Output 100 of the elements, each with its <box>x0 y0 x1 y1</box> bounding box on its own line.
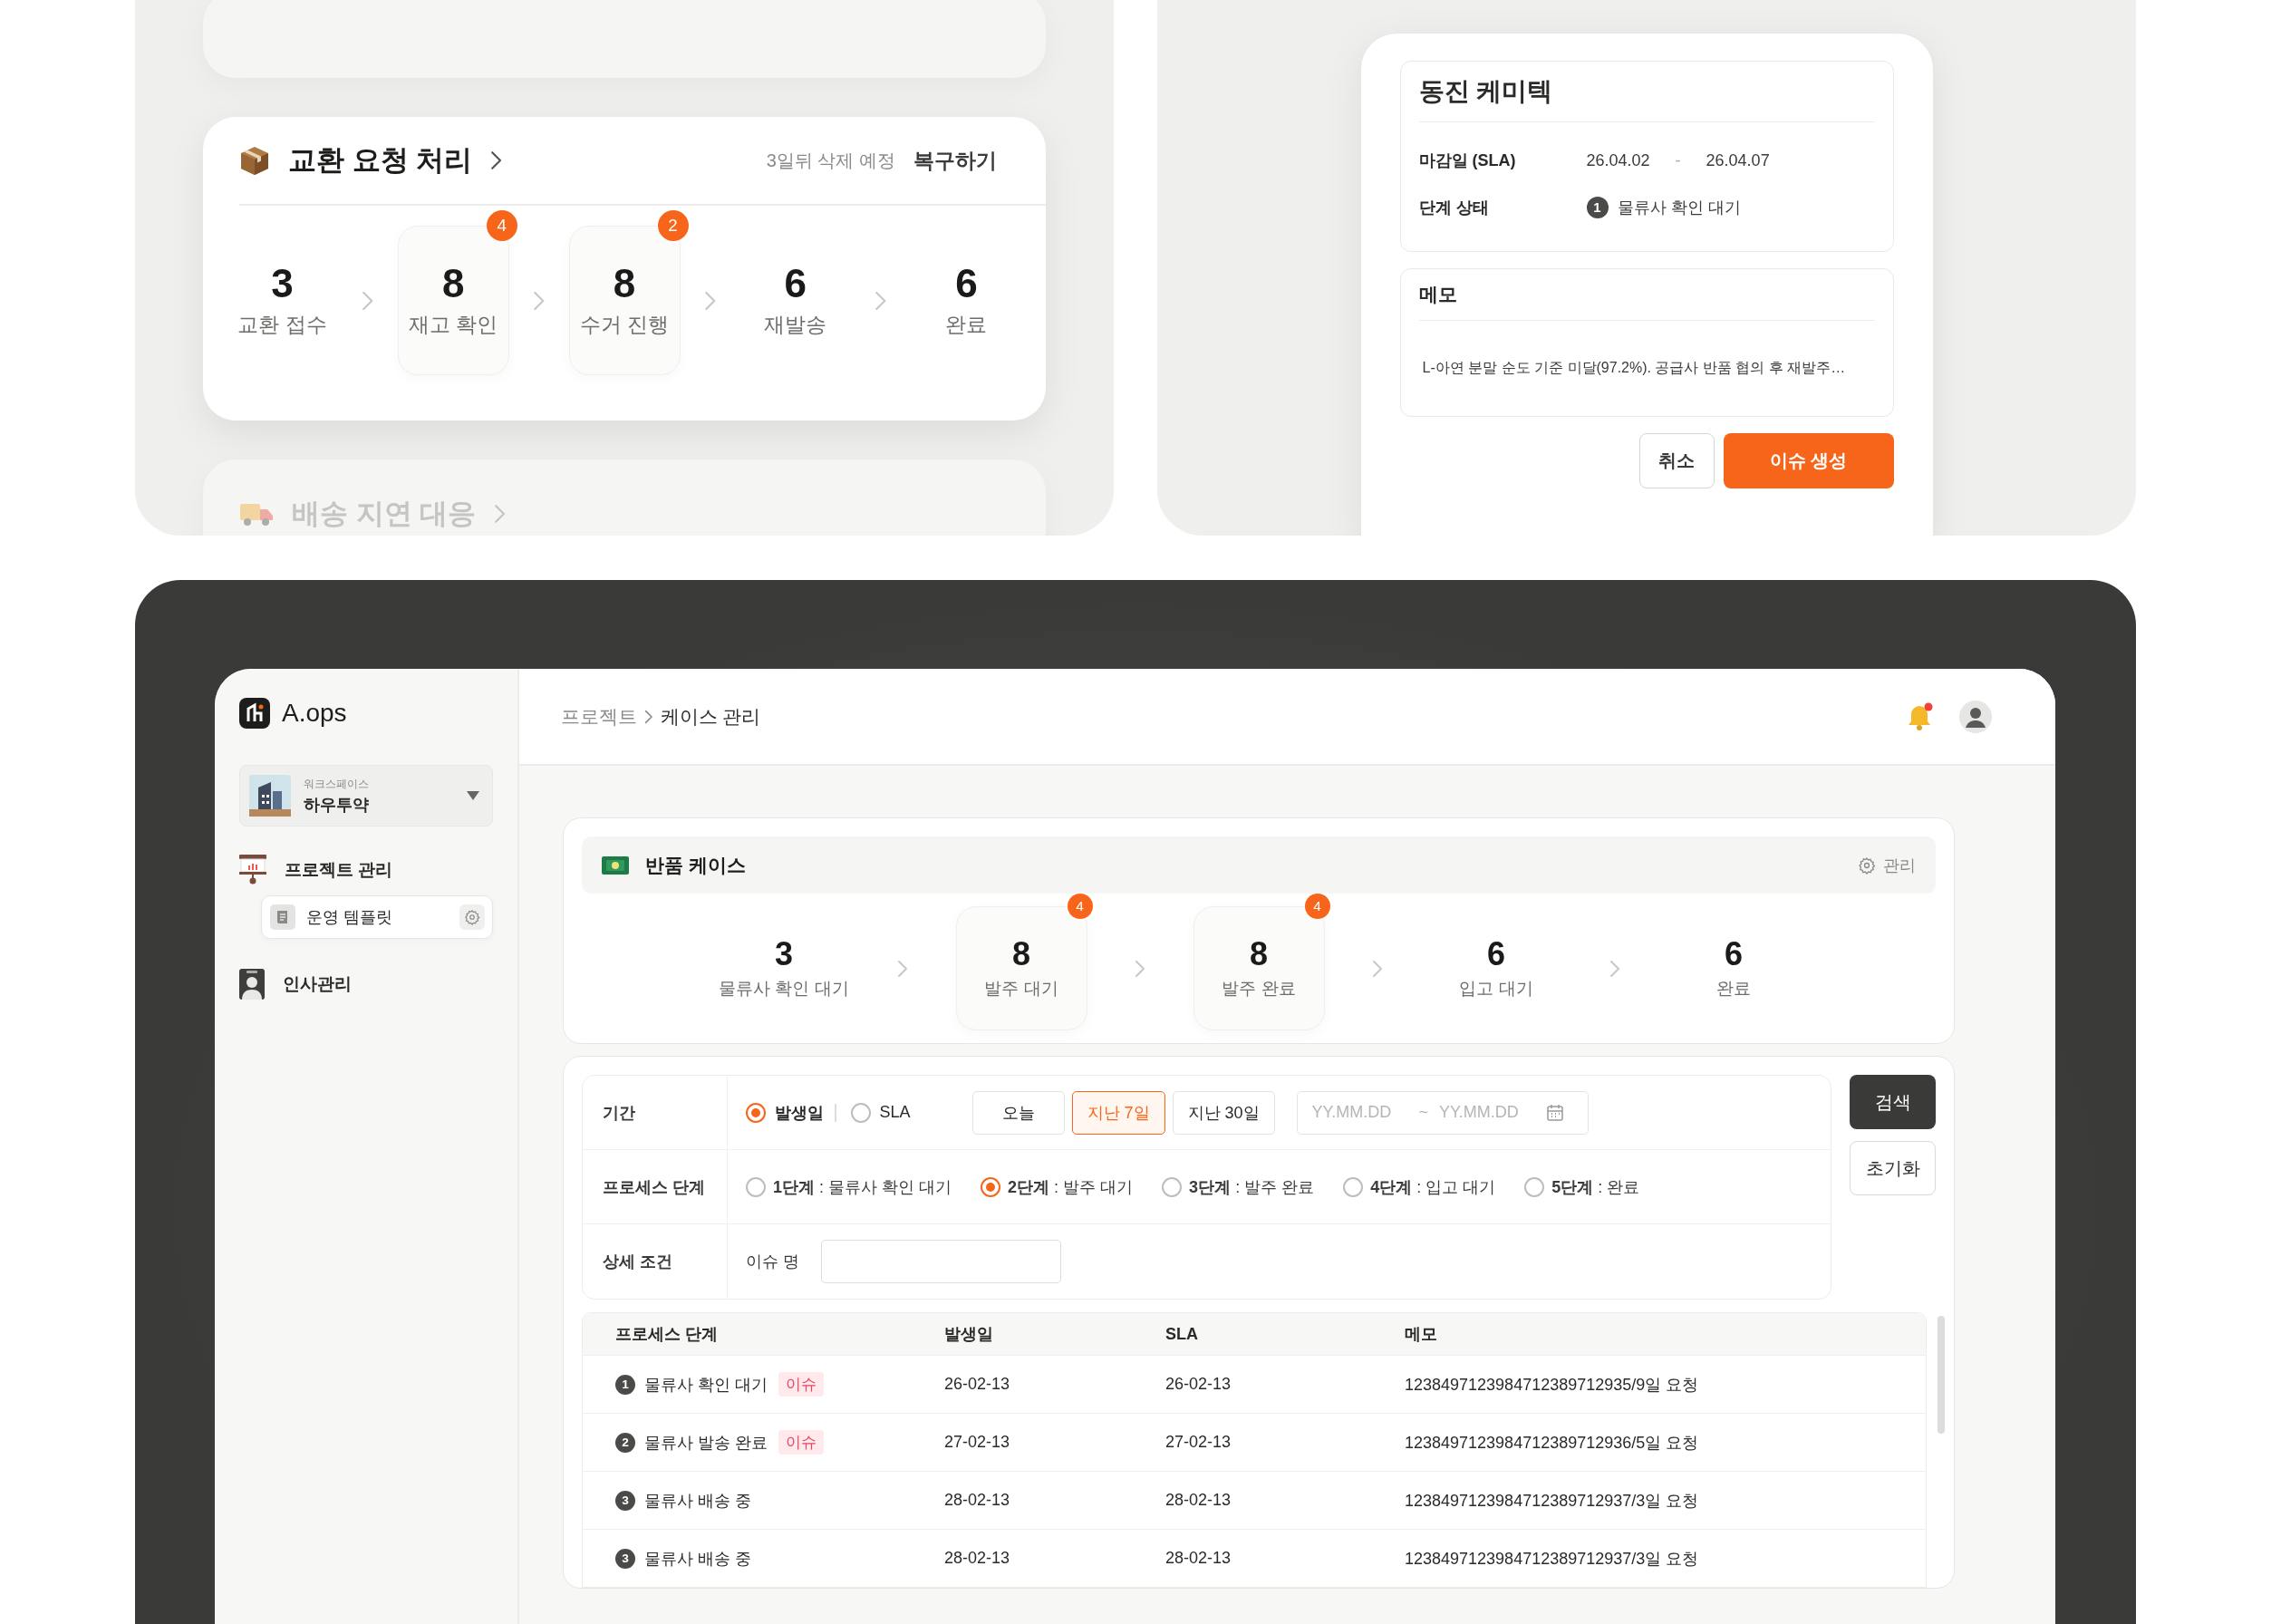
step-count: 8 <box>1250 935 1268 972</box>
logo-icon <box>239 698 270 729</box>
restore-link[interactable]: 복구하기 <box>913 146 997 175</box>
step-label: 입고 대기 <box>1459 978 1533 1000</box>
settings-icon <box>464 909 480 925</box>
step-label: 완료 <box>945 312 988 339</box>
step-count: 6 <box>1725 935 1743 972</box>
date-input[interactable]: YY.MM.DD <box>1309 1102 1410 1123</box>
step-label: 수거 진행 <box>579 312 670 339</box>
step-label: 물류사 확인 대기 <box>719 978 849 1000</box>
radio-option[interactable]: 2단계 : 발주 대기 <box>981 1175 1134 1198</box>
banknote-icon <box>602 856 629 875</box>
chevron-icon <box>875 289 887 312</box>
chevron-icon <box>1135 959 1145 978</box>
deletion-note: 3일뒤 삭제 예정 <box>766 149 895 172</box>
step-count: 6 <box>955 261 978 306</box>
count-badge: 4 <box>1067 894 1093 919</box>
radio-option[interactable]: 1단계 : 물류사 확인 대기 <box>746 1175 952 1198</box>
chevron-icon <box>494 504 507 524</box>
company-name: 동진 케미텍 <box>1418 62 1875 122</box>
bell-icon[interactable] <box>1907 701 1934 731</box>
scroll-icon <box>270 904 295 930</box>
column-header: 발생일 <box>944 1324 994 1345</box>
step-label: 완료 <box>1716 978 1751 1000</box>
issue-name-field[interactable] <box>821 1240 1061 1283</box>
memo-text: L-아연 분말 순도 기준 미달(97.2%). 공급사 반품 협의 후 재발주… <box>1421 359 1847 377</box>
table-cell-text: 26-02-13 <box>944 1375 1011 1394</box>
table-cell-text: 물류사 확인 대기 <box>644 1374 768 1396</box>
stage-value: 물류사 확인 대기 <box>1617 198 1741 218</box>
step-number: 3 <box>615 1490 635 1511</box>
filter-label: 기간 <box>583 1076 728 1149</box>
date-value: 26.04.07 <box>1706 150 1770 170</box>
chevron-icon <box>644 709 653 724</box>
chevron-icon <box>1609 959 1620 978</box>
step-label: 재발송 <box>764 312 827 339</box>
field-label: 단계 상태 <box>1418 198 1490 218</box>
dropdown-icon <box>467 791 479 800</box>
settings-icon <box>1858 856 1876 875</box>
date-input[interactable]: YY.MM.DD <box>1437 1102 1538 1123</box>
calendar-icon <box>1546 1103 1565 1122</box>
table-cell-text: 28-02-13 <box>1165 1491 1232 1510</box>
column-header: SLA <box>1165 1324 1199 1344</box>
reset-button[interactable]: 초기화 <box>1850 1141 1936 1195</box>
card-title: 교환 요청 처리 <box>288 143 473 178</box>
search-button[interactable]: 검색 <box>1850 1075 1936 1129</box>
memo-title: 메모 <box>1418 269 1875 321</box>
nav-item[interactable]: 인사관리 <box>239 959 493 1010</box>
case-title: 반품 케이스 <box>645 853 746 877</box>
chevron-icon <box>490 150 503 170</box>
chevron-icon <box>703 289 717 312</box>
filter-label: 상세 조건 <box>583 1224 728 1299</box>
range-button[interactable]: 오늘 <box>971 1090 1065 1135</box>
breadcrumb-link[interactable]: 케이스 관리 <box>660 703 761 730</box>
workspace-name: 하우투약 <box>304 794 370 816</box>
table-cell-text: 1238497123984712389712935/9일 요청 <box>1405 1374 1699 1396</box>
radio-option[interactable]: SLA <box>850 1102 911 1123</box>
count-badge: 2 <box>657 210 689 241</box>
step-count: 6 <box>1487 935 1505 972</box>
table-cell-text: 28-02-13 <box>1165 1549 1232 1568</box>
chevron-icon <box>532 289 546 312</box>
range-button[interactable]: 지난 30일 <box>1172 1090 1275 1135</box>
radio-option[interactable]: 5단계 : 완료 <box>1524 1175 1640 1198</box>
step-number: 1 <box>615 1374 635 1395</box>
radio-option[interactable]: 3단계 : 발주 완료 <box>1162 1175 1315 1198</box>
table-cell-text: 물류사 배송 중 <box>644 1548 751 1570</box>
step-count: 3 <box>271 261 294 306</box>
table-cell-text: 1238497123984712389712937/3일 요청 <box>1405 1490 1699 1512</box>
person-badge-icon <box>239 969 265 1000</box>
template-item[interactable]: 운영 템플릿 <box>261 895 493 939</box>
workspace-caption: 워크스페이스 <box>304 776 370 792</box>
radio-option[interactable]: 발생일 <box>746 1101 824 1124</box>
table-cell-text: 물류사 배송 중 <box>644 1490 751 1512</box>
chevron-icon <box>1372 959 1383 978</box>
avatar-icon[interactable] <box>1959 700 1992 733</box>
nav-item[interactable]: 프로젝트 관리 <box>239 845 493 895</box>
step-label: 발주 대기 <box>984 978 1058 1000</box>
date-separator: - <box>1675 150 1681 170</box>
radio-option[interactable]: 4단계 : 입고 대기 <box>1343 1175 1496 1198</box>
step-count: 3 <box>775 935 793 972</box>
chevron-icon <box>362 289 374 312</box>
chevron-icon <box>897 959 908 978</box>
step-label: 교환 접수 <box>237 312 327 339</box>
cancel-button[interactable]: 취소 <box>1638 433 1715 488</box>
field-label: 이슈 명 <box>746 1252 799 1272</box>
step-count: 6 <box>784 261 807 306</box>
step-label: 발주 완료 <box>1222 978 1296 1000</box>
count-badge: 4 <box>1304 894 1330 919</box>
step-count: 8 <box>613 261 636 306</box>
table-cell-text: 27-02-13 <box>944 1433 1011 1452</box>
scrollbar-thumb[interactable] <box>1938 1316 1945 1434</box>
column-header: 메모 <box>1405 1324 1437 1345</box>
box-icon <box>239 145 270 176</box>
step-number: 2 <box>615 1432 635 1453</box>
presentation-icon <box>239 855 266 885</box>
issue-tag: 이슈 <box>778 1372 824 1397</box>
table-cell-text: 1238497123984712389712937/3일 요청 <box>1405 1548 1699 1570</box>
count-badge: 4 <box>486 210 517 241</box>
step-count: 8 <box>1012 935 1030 972</box>
workspace-selector[interactable]: 워크스페이스 하우투약 <box>239 765 493 826</box>
field-label: 마감일 (SLA) <box>1418 150 1517 171</box>
